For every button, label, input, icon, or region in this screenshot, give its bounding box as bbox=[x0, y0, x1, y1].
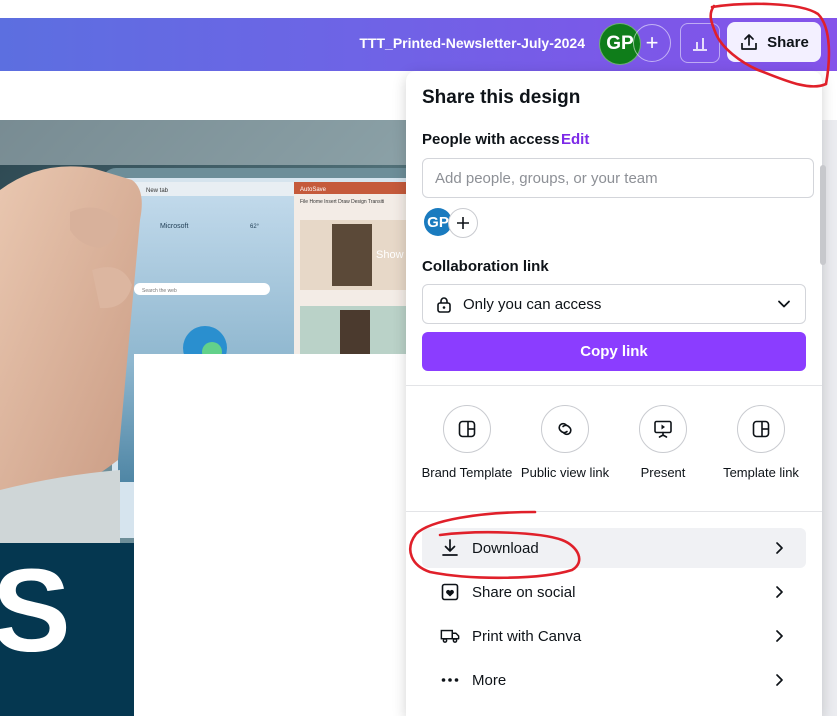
more-label: More bbox=[472, 671, 507, 689]
collaboration-link-label: Collaboration link bbox=[422, 258, 549, 275]
present-option[interactable]: Present bbox=[615, 405, 711, 481]
more-menu-item[interactable]: More bbox=[422, 660, 806, 700]
chevron-down-icon bbox=[778, 300, 790, 308]
design-text-card[interactable] bbox=[134, 354, 406, 716]
tablet-search-text: Search the web bbox=[142, 288, 177, 294]
document-title[interactable]: TTT_Printed-Newsletter-July-2024 bbox=[330, 35, 585, 51]
panel-title: Share this design bbox=[422, 87, 581, 108]
presentation-icon bbox=[654, 420, 672, 438]
add-people-input[interactable] bbox=[422, 158, 814, 198]
print-with-canva-label: Print with Canva bbox=[472, 627, 582, 645]
template-link-label: Template link bbox=[723, 465, 799, 480]
design-big-letter: S bbox=[0, 545, 71, 677]
chevron-right-icon bbox=[776, 542, 783, 554]
people-access-label: People with access bbox=[422, 131, 560, 148]
lock-icon bbox=[437, 297, 451, 313]
template-icon bbox=[458, 420, 476, 438]
template-icon bbox=[752, 420, 770, 438]
copy-link-button[interactable]: Copy link bbox=[422, 332, 806, 371]
edit-access-link[interactable]: Edit bbox=[561, 131, 589, 148]
print-with-canva-menu-item[interactable]: Print with Canva bbox=[422, 616, 806, 656]
download-menu-item[interactable]: Download bbox=[422, 528, 806, 568]
tablet-ribbon: File Home Insert Draw Design Transiti bbox=[300, 199, 384, 205]
tablet-show-text: Show bbox=[376, 249, 404, 261]
insights-button[interactable] bbox=[680, 23, 720, 63]
panel-scrollbar[interactable] bbox=[820, 165, 826, 265]
download-label: Download bbox=[472, 539, 539, 557]
tablet-brand: Microsoft bbox=[160, 223, 188, 230]
plus-icon bbox=[457, 217, 469, 229]
chevron-right-icon bbox=[776, 674, 783, 686]
share-on-social-menu-item[interactable]: Share on social bbox=[422, 572, 806, 612]
share-on-social-label: Share on social bbox=[472, 583, 576, 601]
template-link-option[interactable]: Template link bbox=[713, 405, 809, 481]
tablet-tab-title: New tab bbox=[146, 188, 169, 194]
share-button[interactable]: Share bbox=[727, 22, 821, 62]
editor-header: TTT_Printed-Newsletter-July-2024 GP + Sh… bbox=[0, 18, 837, 71]
section-divider bbox=[406, 385, 822, 386]
heart-icon bbox=[441, 583, 459, 601]
share-button-label: Share bbox=[767, 33, 809, 51]
present-label: Present bbox=[640, 465, 686, 480]
chevron-right-icon bbox=[776, 586, 783, 598]
link-icon bbox=[558, 422, 572, 436]
tablet-weather: 62° bbox=[250, 224, 260, 230]
browser-top-strip bbox=[0, 0, 837, 18]
link-access-value: Only you can access bbox=[463, 295, 602, 313]
design-navy-block[interactable]: S bbox=[0, 543, 134, 716]
brand-template-label: Brand Template bbox=[421, 465, 513, 480]
chevron-right-icon bbox=[776, 630, 783, 642]
link-access-dropdown[interactable]: Only you can access bbox=[422, 284, 806, 324]
tablet-autosave: AutoSave bbox=[300, 187, 327, 193]
download-icon bbox=[442, 539, 458, 556]
truck-icon bbox=[440, 629, 460, 643]
public-view-link-option[interactable]: Public view link bbox=[517, 405, 613, 481]
section-divider bbox=[406, 511, 822, 512]
more-icon bbox=[441, 678, 459, 682]
public-view-link-label: Public view link bbox=[520, 465, 610, 480]
bar-chart-icon bbox=[693, 38, 707, 51]
add-member-button[interactable] bbox=[448, 208, 478, 238]
add-collaborator-button[interactable]: + bbox=[633, 24, 671, 62]
upload-icon bbox=[741, 34, 757, 50]
brand-template-option[interactable]: Brand Template bbox=[419, 405, 515, 481]
share-panel: Share this design People with access Edi… bbox=[406, 71, 822, 716]
